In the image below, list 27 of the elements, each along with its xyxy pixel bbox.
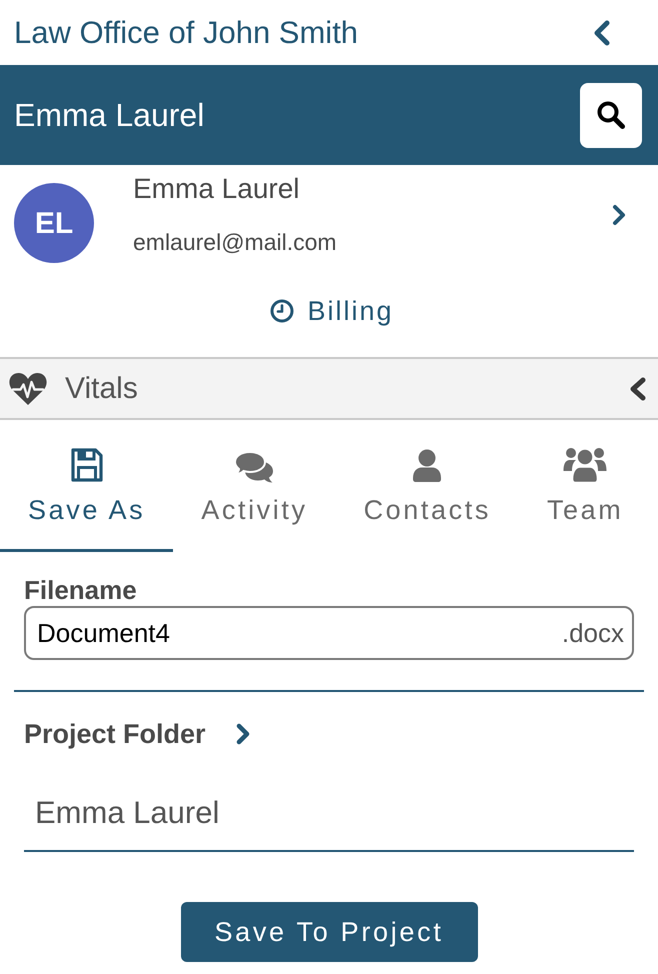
- tab[interactable]: Contacts: [336, 420, 519, 552]
- chevron-left-icon[interactable]: [592, 18, 612, 46]
- tab[interactable]: Activity: [173, 420, 336, 552]
- avatar: EL: [14, 183, 94, 263]
- vitals-label: Vitals: [65, 370, 138, 406]
- save-to-project-button[interactable]: Save To Project: [180, 902, 478, 962]
- contact-email: emlaurel@mail.com: [133, 228, 337, 256]
- heart-pulse-icon: [8, 372, 48, 406]
- vitals-bar[interactable]: Vitals: [0, 357, 658, 420]
- chevron-right-icon[interactable]: [611, 203, 627, 227]
- tab[interactable]: Save As: [0, 420, 174, 552]
- tab[interactable]: Team: [518, 420, 652, 552]
- project-folder-field[interactable]: Emma Laurel: [24, 780, 634, 852]
- chevron-left-icon[interactable]: [628, 376, 648, 402]
- search-icon: [596, 100, 626, 130]
- contact-name: Emma Laurel: [133, 175, 301, 203]
- clock-icon: [270, 299, 294, 323]
- group-of-people-icon: [563, 447, 608, 483]
- filename-label: Filename: [24, 575, 138, 605]
- person-icon: [412, 449, 442, 483]
- billing-button[interactable]: Billing: [264, 295, 394, 327]
- search-button[interactable]: [580, 82, 642, 148]
- project-folder-label: Project Folder: [24, 718, 206, 750]
- speech-bubbles-icon: [234, 451, 274, 483]
- file-extension: .docx: [562, 618, 624, 648]
- app-title: Law Office of John Smith: [14, 14, 358, 50]
- client-name: Emma Laurel: [14, 96, 204, 134]
